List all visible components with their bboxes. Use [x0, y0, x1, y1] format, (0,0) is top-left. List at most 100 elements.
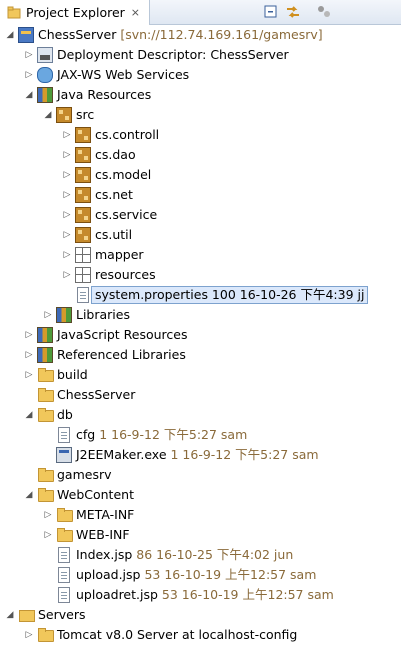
- collapse-twistie-icon[interactable]: ◢: [42, 109, 54, 121]
- tree-row[interactable]: system.properties 100 16-10-26 下午4:39 jj: [0, 285, 401, 305]
- tree-row[interactable]: J2EEMaker.exe 1 16-9-12 下午5:27 sam: [0, 445, 401, 465]
- collapse-twistie-icon[interactable]: ◢: [23, 409, 35, 421]
- source-folder-icon: [56, 107, 72, 123]
- folder-icon: [56, 527, 73, 543]
- item-name: Libraries: [76, 307, 130, 322]
- tree-item-label: resources: [95, 267, 156, 283]
- expand-twistie-icon[interactable]: ▷: [23, 629, 35, 641]
- tree-row[interactable]: ▷ cs.util: [0, 225, 401, 245]
- close-icon[interactable]: ⨯: [131, 6, 140, 19]
- item-name: build: [57, 367, 88, 382]
- tree-item-label: cs.service: [95, 207, 157, 223]
- tree-item-label: build: [57, 367, 88, 383]
- tree-row[interactable]: ChessServer: [0, 385, 401, 405]
- expand-twistie-icon[interactable]: ▷: [61, 209, 73, 221]
- package-icon: [75, 147, 91, 163]
- expand-twistie-icon[interactable]: ▷: [23, 329, 35, 341]
- tree-row[interactable]: ◢ Java Resources: [0, 85, 401, 105]
- expand-twistie-icon[interactable]: ▷: [23, 369, 35, 381]
- tree-row[interactable]: ▷ Libraries: [0, 305, 401, 325]
- folder-icon: [37, 627, 54, 643]
- tree-row[interactable]: Index.jsp 86 16-10-25 下午4:02 jun: [0, 545, 401, 565]
- tree-row[interactable]: ◢ ChessServer [svn://112.74.169.161/games…: [0, 25, 401, 45]
- expand-twistie-icon[interactable]: ▷: [61, 229, 73, 241]
- tree-item-label: Servers: [38, 607, 86, 623]
- item-svn-decoration: 53 16-10-19 上午12:57 sam: [140, 567, 317, 582]
- item-svn-decoration: 100 16-10-26 下午4:39 jj: [207, 287, 365, 302]
- expand-twistie-icon[interactable]: ▷: [42, 309, 54, 321]
- item-name: Java Resources: [57, 87, 152, 102]
- tree-row[interactable]: cfg 1 16-9-12 下午5:27 sam: [0, 425, 401, 445]
- package-icon: [75, 227, 91, 243]
- collapse-all-icon[interactable]: [262, 4, 280, 20]
- item-name: WEB-INF: [76, 527, 130, 542]
- expand-twistie-icon[interactable]: ▷: [42, 509, 54, 521]
- exe-file-icon: [56, 447, 72, 463]
- tree-row[interactable]: ◢ Servers: [0, 605, 401, 625]
- tree-item-label: Referenced Libraries: [57, 347, 186, 363]
- tree-row[interactable]: ▷ Deployment Descriptor: ChessServer: [0, 45, 401, 65]
- collapse-twistie-icon[interactable]: ◢: [4, 609, 16, 621]
- tree-row[interactable]: ◢ WebContent: [0, 485, 401, 505]
- jsp-file-icon: [58, 547, 70, 563]
- collapse-twistie-icon[interactable]: ◢: [4, 29, 16, 41]
- view-menu-icon[interactable]: [316, 4, 334, 20]
- tree-row[interactable]: ▷ resources: [0, 265, 401, 285]
- expand-twistie-icon[interactable]: ▷: [61, 269, 73, 281]
- tree-item-label: JAX-WS Web Services: [57, 67, 189, 83]
- servers-folder-icon: [18, 607, 35, 623]
- tree-row[interactable]: ▷ build: [0, 365, 401, 385]
- tree-item-label: WebContent: [57, 487, 134, 503]
- expand-twistie-icon[interactable]: ▷: [23, 349, 35, 361]
- expand-twistie-icon[interactable]: ▷: [61, 169, 73, 181]
- expand-twistie-icon[interactable]: ▷: [61, 129, 73, 141]
- item-name: resources: [95, 267, 156, 282]
- tree-row[interactable]: ◢ src: [0, 105, 401, 125]
- tree-item-label: upload.jsp 53 16-10-19 上午12:57 sam: [76, 567, 316, 583]
- expand-twistie-icon[interactable]: ▷: [61, 149, 73, 161]
- package-icon: [75, 207, 91, 223]
- tree-row[interactable]: ▷ JavaScript Resources: [0, 325, 401, 345]
- package-icon: [75, 167, 91, 183]
- tree-row[interactable]: ▷ WEB-INF: [0, 525, 401, 545]
- tree-row[interactable]: ▷ Tomcat v8.0 Server at localhost-config: [0, 625, 401, 645]
- collapse-twistie-icon[interactable]: ◢: [23, 89, 35, 101]
- item-name: Servers: [38, 607, 86, 622]
- tree-row[interactable]: ▷ META-INF: [0, 505, 401, 525]
- tree-row[interactable]: ▷ JAX-WS Web Services: [0, 65, 401, 85]
- folder-icon: [37, 387, 54, 403]
- tree-row[interactable]: gamesrv: [0, 465, 401, 485]
- item-name: cfg: [76, 427, 96, 442]
- item-svn-decoration: 1 16-9-12 下午5:27 sam: [166, 447, 319, 462]
- package-icon: [75, 127, 91, 143]
- expand-twistie-icon[interactable]: ▷: [42, 529, 54, 541]
- item-name: cs.dao: [95, 147, 136, 162]
- item-name: WebContent: [57, 487, 134, 502]
- tree-item-label: cs.dao: [95, 147, 136, 163]
- item-name: JavaScript Resources: [57, 327, 188, 342]
- collapse-twistie-icon[interactable]: ◢: [23, 489, 35, 501]
- tree-row[interactable]: upload.jsp 53 16-10-19 上午12:57 sam: [0, 565, 401, 585]
- folder-icon: [37, 467, 54, 483]
- tree-row[interactable]: ▷ mapper: [0, 245, 401, 265]
- link-with-editor-icon[interactable]: [284, 4, 302, 20]
- item-name: system.properties: [95, 287, 208, 302]
- javascript-resources-icon: [37, 327, 53, 343]
- item-name: Tomcat v8.0 Server at localhost-config: [57, 627, 298, 642]
- web-services-icon: [37, 67, 53, 83]
- tree-row[interactable]: ▷ Referenced Libraries: [0, 345, 401, 365]
- tree-row[interactable]: ▷ cs.controll: [0, 125, 401, 145]
- expand-twistie-icon[interactable]: ▷: [61, 189, 73, 201]
- tree-row[interactable]: ▷ cs.dao: [0, 145, 401, 165]
- expand-twistie-icon[interactable]: ▷: [61, 249, 73, 261]
- tree-item-label: cs.net: [95, 187, 133, 203]
- tab-project-explorer[interactable]: Project Explorer ⨯: [0, 0, 150, 25]
- expand-twistie-icon[interactable]: ▷: [23, 49, 35, 61]
- tree-row[interactable]: ▷ cs.model: [0, 165, 401, 185]
- tree-row[interactable]: ◢ db: [0, 405, 401, 425]
- item-name: upload.jsp: [76, 567, 141, 582]
- tree-row[interactable]: ▷ cs.net: [0, 185, 401, 205]
- tree-row[interactable]: ▷ cs.service: [0, 205, 401, 225]
- expand-twistie-icon[interactable]: ▷: [23, 69, 35, 81]
- tree-row[interactable]: uploadret.jsp 53 16-10-19 上午12:57 sam: [0, 585, 401, 605]
